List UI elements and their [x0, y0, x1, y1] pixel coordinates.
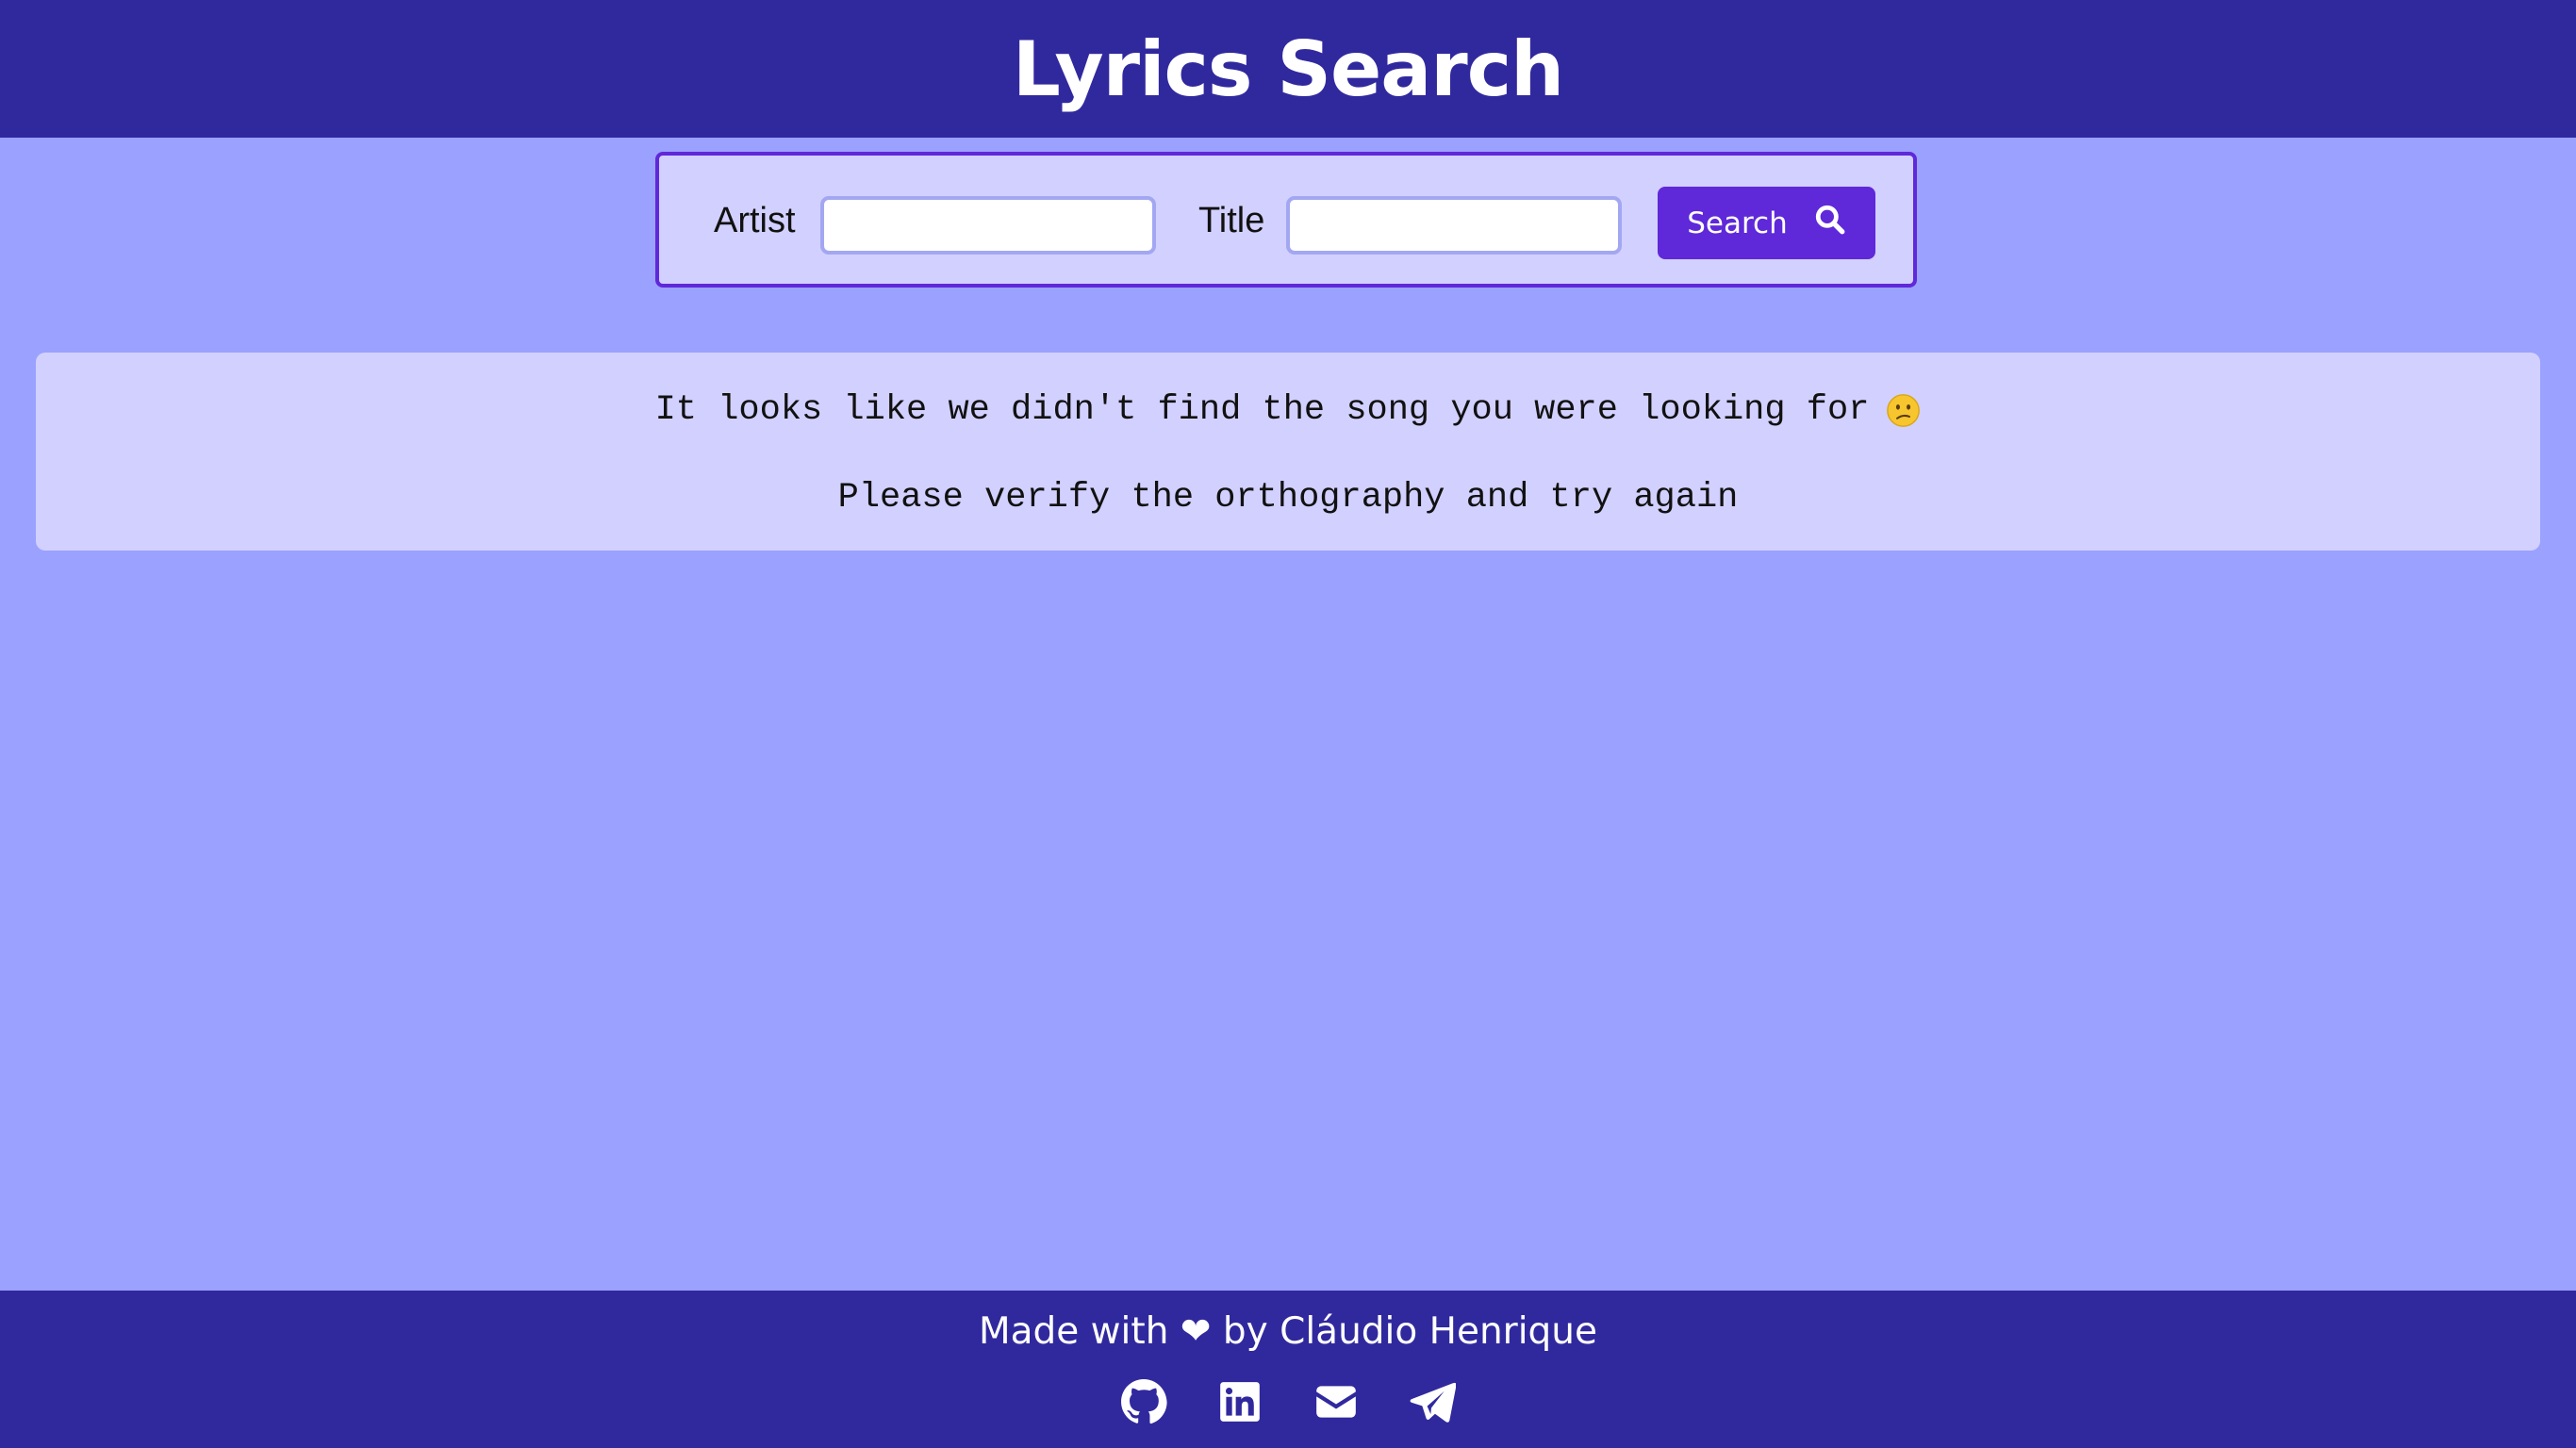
telegram-icon[interactable]	[1409, 1378, 1457, 1425]
title-input[interactable]	[1286, 196, 1622, 255]
search-button[interactable]: Search	[1658, 187, 1875, 259]
no-results-message: It looks like we didn't find the song yo…	[36, 353, 2540, 551]
linkedin-icon[interactable]	[1216, 1378, 1263, 1425]
app-header: Lyrics Search	[0, 0, 2576, 138]
social-links	[0, 1378, 2576, 1425]
title-label: Title	[1198, 201, 1265, 240]
footer-credit: Made with ❤ by Cláudio Henrique	[978, 1310, 1598, 1353]
artist-label: Artist	[714, 201, 796, 240]
artist-input[interactable]	[820, 196, 1156, 255]
app-footer: Made with ❤ by Cláudio Henrique	[0, 1291, 2576, 1448]
email-icon[interactable]	[1313, 1378, 1360, 1425]
not-found-text: It looks like we didn't find the song yo…	[654, 390, 1870, 430]
search-form: Artist Title Search	[655, 152, 1917, 288]
github-icon[interactable]	[1120, 1378, 1167, 1425]
search-icon	[1814, 204, 1846, 243]
confused-face-icon	[1886, 393, 1921, 428]
search-button-label: Search	[1687, 206, 1788, 240]
retry-hint-text: Please verify the orthography and try ag…	[837, 478, 1739, 518]
page-title: Lyrics Search	[1012, 25, 1564, 113]
